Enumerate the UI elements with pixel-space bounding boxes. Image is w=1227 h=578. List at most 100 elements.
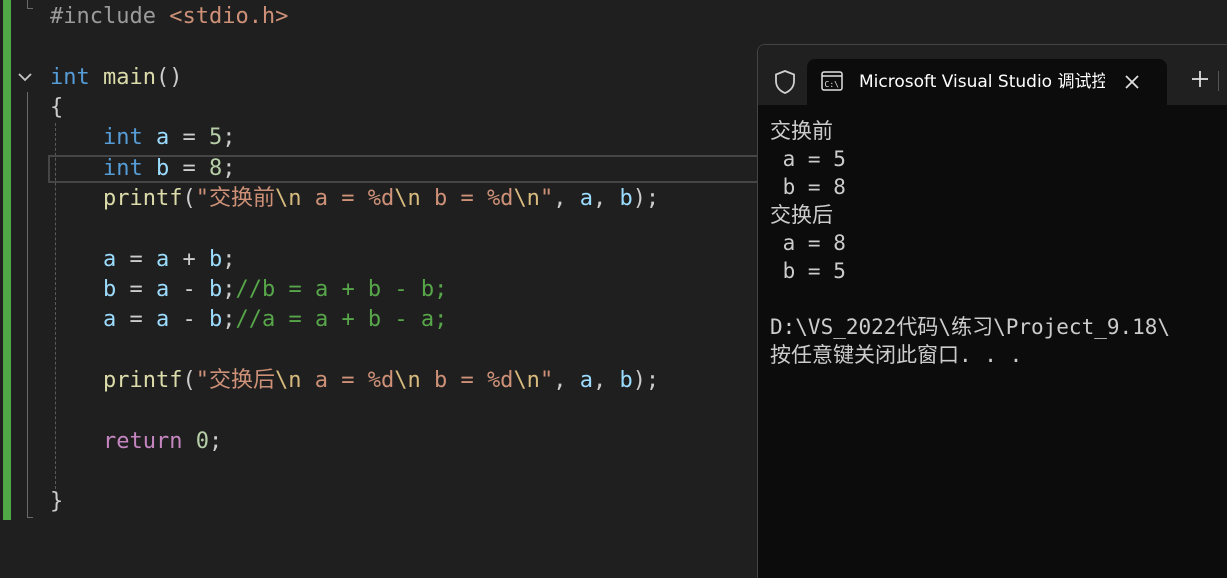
code-line[interactable]: int main() <box>50 63 182 93</box>
console-line: a = 5 <box>770 147 846 171</box>
console-line: b = 8 <box>770 175 846 199</box>
code-line[interactable]: int a = 5; <box>50 123 236 153</box>
code-token: \n <box>394 186 421 211</box>
fold-rail-line <box>27 92 28 518</box>
code-token: int <box>102 125 143 150</box>
code-token: ( <box>182 368 196 393</box>
code-token: ); <box>632 186 660 211</box>
cmd-icon: C:\ <box>821 71 843 91</box>
code-token: ; <box>222 277 236 302</box>
code-token: \n <box>274 186 302 211</box>
code-token: { <box>50 95 64 120</box>
change-indicator-bar <box>3 0 11 520</box>
code-token: b <box>102 277 117 302</box>
code-line[interactable]: a = a + b; <box>50 245 236 275</box>
code-token: 8 <box>208 156 223 181</box>
code-token: () <box>155 65 183 90</box>
code-token: , <box>553 368 580 393</box>
code-token: return <box>102 429 183 454</box>
tab-separator <box>1218 71 1219 91</box>
code-token: b <box>208 247 223 272</box>
code-token: main <box>103 65 156 90</box>
code-token: ; <box>222 247 236 272</box>
code-token: a = <box>301 368 368 393</box>
code-token: a <box>155 247 170 272</box>
fold-rail-tick <box>27 517 33 518</box>
code-token: <stdio.h> <box>169 4 289 29</box>
code-line[interactable]: a = a - b;//a = a + b - a; <box>50 305 447 335</box>
code-token: 5 <box>208 125 223 150</box>
code-token: int <box>50 65 90 90</box>
code-token: = <box>116 307 156 332</box>
code-token: = <box>116 277 156 302</box>
console-line: 交换后 <box>770 203 833 227</box>
code-token: , <box>592 368 620 393</box>
code-token: ; <box>208 429 223 454</box>
code-token: \n <box>513 368 540 393</box>
code-token: ( <box>182 186 196 211</box>
code-line[interactable]: { <box>50 93 63 123</box>
code-token: %d <box>367 368 395 393</box>
terminal-tab-bar: C:\ Microsoft Visual Studio 调试控制台 <box>758 45 1227 105</box>
console-line: 按任意键关闭此窗口. . . <box>770 343 1023 367</box>
console-line: a = 8 <box>770 231 846 255</box>
close-icon[interactable] <box>1121 71 1143 93</box>
console-line: D:\VS_2022代码\练习\Project_9.18\ <box>770 315 1171 339</box>
fold-rail-line <box>27 0 28 8</box>
code-line[interactable]: printf("交换前\n a = %d\n b = %d\n", a, b); <box>50 184 659 214</box>
code-token: ; <box>222 156 236 181</box>
fold-chevron-down-icon[interactable] <box>16 68 34 86</box>
terminal-tab[interactable]: C:\ Microsoft Visual Studio 调试控制台 <box>807 59 1167 105</box>
code-token: a <box>102 247 117 272</box>
code-token: = <box>169 156 209 181</box>
code-line[interactable]: b = a - b;//b = a + b - b; <box>50 275 447 305</box>
code-token: #include <box>50 4 170 29</box>
code-line[interactable]: return 0; <box>50 427 222 457</box>
code-token: printf <box>102 186 183 211</box>
code-token: //b = a + b - b; <box>235 277 448 302</box>
code-token: " <box>539 368 554 393</box>
code-line[interactable]: printf("交换后\n a = %d\n b = %d\n", a, b); <box>50 366 659 396</box>
code-token: = <box>116 247 156 272</box>
code-line[interactable]: int b = 8; <box>50 154 236 184</box>
code-token: a <box>579 368 593 393</box>
code-token: a <box>155 125 170 150</box>
code-token: \n <box>513 186 540 211</box>
code-token: b <box>155 156 170 181</box>
code-token: , <box>592 186 620 211</box>
code-token: \n <box>274 368 302 393</box>
code-token: printf <box>102 368 183 393</box>
code-line[interactable]: #include <stdio.h> <box>50 2 288 32</box>
code-token: ); <box>632 368 660 393</box>
console-window[interactable]: C:\ Microsoft Visual Studio 调试控制台 交换前 a … <box>757 44 1227 578</box>
code-token: b = <box>420 186 487 211</box>
code-token: b <box>619 368 633 393</box>
code-token: a = <box>301 186 368 211</box>
code-token: ; <box>222 307 236 332</box>
shield-icon[interactable] <box>772 69 798 95</box>
code-token: = <box>169 125 209 150</box>
code-token: b <box>208 307 223 332</box>
code-token: a <box>155 277 170 302</box>
console-output[interactable]: 交换前 a = 5 b = 8 交换后 a = 8 b = 5 D:\VS_20… <box>770 117 1227 369</box>
code-token: %d <box>486 186 514 211</box>
code-token: b <box>208 277 223 302</box>
console-line: b = 5 <box>770 259 846 283</box>
code-line[interactable]: } <box>50 487 63 517</box>
code-token: \n <box>394 368 421 393</box>
plus-icon[interactable] <box>1188 67 1212 91</box>
code-token: a <box>155 307 170 332</box>
code-token: %d <box>486 368 514 393</box>
code-token: //a = a + b - a; <box>235 307 448 332</box>
